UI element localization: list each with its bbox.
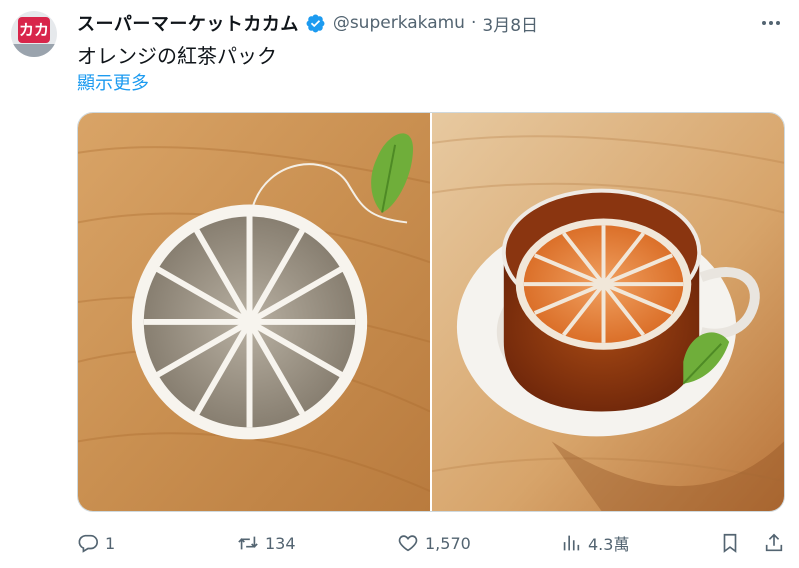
media-grid — [77, 112, 785, 512]
handle[interactable]: @superkakamu — [333, 13, 465, 33]
tweet-header: スーパーマーケットカカム @superkakamu · 3月8日 — [77, 10, 538, 36]
bookmark-button[interactable] — [719, 528, 741, 558]
views-button[interactable]: 4.3萬 — [560, 528, 629, 558]
retweet-count: 134 — [265, 533, 296, 553]
avatar-logo: カカ — [18, 17, 50, 43]
avatar-storefront — [11, 44, 57, 57]
action-bar: 1 134 1,570 4.3萬 — [77, 528, 787, 558]
timestamp[interactable]: 3月8日 — [482, 11, 538, 36]
show-more-link[interactable]: 顯示更多 — [77, 69, 149, 95]
reply-button[interactable]: 1 — [77, 528, 115, 558]
display-name[interactable]: スーパーマーケットカカム — [77, 10, 299, 36]
retweet-icon — [238, 536, 258, 550]
media-image-tea-cup[interactable] — [432, 113, 784, 511]
share-icon — [765, 533, 783, 552]
share-button[interactable] — [763, 528, 785, 558]
reply-count: 1 — [105, 533, 116, 553]
like-button[interactable]: 1,570 — [397, 528, 471, 558]
verified-icon — [306, 14, 325, 32]
media-image-tea-bag[interactable] — [78, 113, 430, 511]
views-count: 4.3萬 — [588, 535, 630, 554]
tweet-text: オレンジの紅茶パック — [77, 44, 277, 68]
retweet-button[interactable]: 134 — [237, 528, 296, 558]
bookmark-icon — [723, 533, 737, 553]
separator: · — [470, 13, 477, 33]
like-icon — [398, 535, 418, 552]
more-icon[interactable] — [757, 10, 785, 36]
reply-icon — [78, 534, 98, 553]
avatar[interactable]: カカ — [11, 11, 57, 57]
like-count: 1,570 — [425, 533, 471, 553]
views-icon — [563, 535, 580, 551]
